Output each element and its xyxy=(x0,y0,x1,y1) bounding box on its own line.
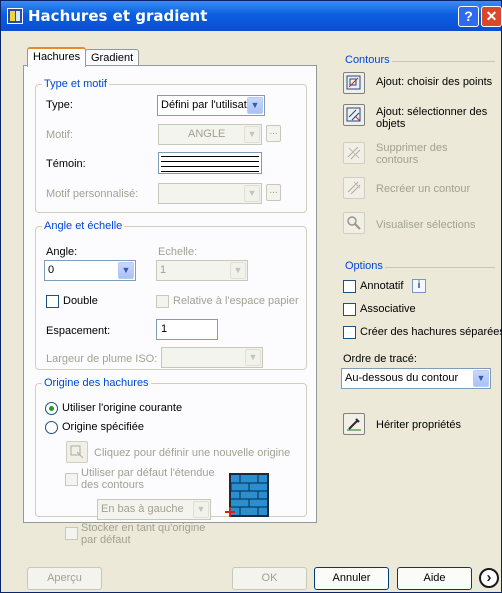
scale-select[interactable]: 1 ▼ xyxy=(156,260,248,281)
more-options-button[interactable]: › xyxy=(479,568,499,588)
chevron-down-icon: ▼ xyxy=(230,262,246,279)
origin-position-value: En bas à gauche xyxy=(101,503,184,515)
view-selections-button[interactable] xyxy=(343,212,365,234)
associative-label: Associative xyxy=(360,303,416,315)
chevron-down-icon: ▼ xyxy=(118,262,134,279)
add-objects-button[interactable] xyxy=(343,104,365,126)
store-origin-checkbox[interactable] xyxy=(65,527,78,540)
motif-label: Motif: xyxy=(46,129,73,141)
remove-contours-label-2: contours xyxy=(376,154,419,166)
ok-button[interactable]: OK xyxy=(232,567,307,590)
paper-space-label: Relative à l'espace papier xyxy=(173,295,299,307)
custom-pattern-browse-button[interactable]: ... xyxy=(266,184,281,201)
type-motif-legend: Type et motif xyxy=(44,78,107,90)
scale-label: Echelle: xyxy=(158,246,198,258)
chevron-down-icon: ▼ xyxy=(244,185,260,202)
close-button[interactable]: ✕ xyxy=(481,6,502,27)
help-button[interactable]: Aide xyxy=(397,567,472,590)
origin-legend: Origine des hachures xyxy=(44,377,149,389)
pen-width-select[interactable]: ▼ xyxy=(161,347,263,368)
default-extent-checkbox[interactable] xyxy=(65,473,78,486)
origin-current-label: Utiliser l'origine courante xyxy=(62,402,183,414)
spacing-input[interactable]: 1 xyxy=(156,319,218,340)
recreate-contour-button[interactable] xyxy=(343,177,365,199)
recreate-contour-icon xyxy=(347,181,361,195)
chevron-down-icon: ▼ xyxy=(473,370,489,387)
angle-label: Angle: xyxy=(46,246,78,258)
draw-order-select[interactable]: Au-dessous du contour ▼ xyxy=(341,368,491,389)
annotative-checkbox[interactable] xyxy=(343,280,356,293)
origin-brick-icon xyxy=(225,473,269,517)
tab-hachures[interactable]: Hachures xyxy=(27,47,87,67)
contours-legend: Contours xyxy=(343,54,392,66)
add-points-label: Ajout: choisir des points xyxy=(376,76,493,88)
default-extent-label-2: des contours xyxy=(81,479,144,491)
angle-scale-legend: Angle et échelle xyxy=(44,220,123,232)
add-objects-label-2: objets xyxy=(376,118,406,130)
window-title: Hachures et gradient xyxy=(28,7,208,25)
add-objects-label-1: Ajout: sélectionner des xyxy=(376,106,488,118)
remove-contours-button[interactable] xyxy=(343,142,365,164)
help-title-button[interactable]: ? xyxy=(458,6,479,27)
select-objects-icon xyxy=(346,107,361,122)
origin-specified-label: Origine spécifiée xyxy=(62,421,144,433)
store-origin-label-1: Stocker en tant qu'origine xyxy=(81,522,206,534)
options-legend: Options xyxy=(343,260,385,272)
custom-pattern-label: Motif personnalisé: xyxy=(46,188,139,200)
motif-select-value: ANGLE xyxy=(188,128,226,140)
associative-checkbox[interactable] xyxy=(343,303,356,316)
chevron-down-icon: ▼ xyxy=(245,349,261,366)
draw-order-value: Au-dessous du contour xyxy=(345,372,459,384)
temoin-label: Témoin: xyxy=(46,158,86,170)
pick-points-icon xyxy=(346,75,361,90)
separate-hatches-checkbox[interactable] xyxy=(343,326,356,339)
custom-pattern-select[interactable]: ▼ xyxy=(158,183,262,204)
pick-origin-label: Cliquez pour définir une nouvelle origin… xyxy=(94,447,291,459)
annotative-label: Annotatif xyxy=(360,280,404,292)
default-extent-label-1: Utiliser par défaut l'étendue xyxy=(81,467,215,479)
spacing-label: Espacement: xyxy=(46,325,111,337)
inherit-properties-label: Hériter propriétés xyxy=(376,419,461,431)
double-label: Double xyxy=(63,295,98,307)
add-points-button[interactable] xyxy=(343,72,365,94)
title-bar: Hachures et gradient ? ✕ xyxy=(1,1,502,31)
pick-point-icon xyxy=(70,445,84,459)
eyedropper-icon xyxy=(347,418,361,431)
angle-value: 0 xyxy=(48,264,55,276)
motif-browse-button[interactable]: ... xyxy=(266,125,281,142)
angle-select[interactable]: 0 ▼ xyxy=(44,260,136,281)
hatch-app-icon xyxy=(7,8,23,24)
origin-current-radio[interactable] xyxy=(45,402,58,415)
magnifier-icon xyxy=(347,216,361,230)
store-origin-label-2: par défaut xyxy=(81,534,131,546)
hatch-dialog: Hachures et gradient ? ✕ Hachures Gradie… xyxy=(0,0,502,593)
origin-specified-radio[interactable] xyxy=(45,421,58,434)
chevron-down-icon: ▼ xyxy=(244,126,260,143)
cancel-button[interactable]: Annuler xyxy=(314,567,389,590)
chevron-down-icon: ▼ xyxy=(193,501,209,518)
remove-contours-label-1: Supprimer des xyxy=(376,142,448,154)
hatch-preview-swatch[interactable] xyxy=(158,152,262,174)
preview-button[interactable]: Aperçu xyxy=(27,567,102,590)
draw-order-label: Ordre de tracé: xyxy=(343,353,417,365)
origin-position-select[interactable]: En bas à gauche ▼ xyxy=(97,499,211,520)
pen-width-label: Largeur de plume ISO: xyxy=(46,353,158,365)
remove-contour-icon xyxy=(347,146,361,160)
inherit-properties-button[interactable] xyxy=(343,413,365,435)
type-select[interactable]: Défini par l'utilisateur ▼ xyxy=(157,95,265,116)
scale-value: 1 xyxy=(160,264,167,276)
paper-space-checkbox[interactable] xyxy=(156,295,169,308)
recreate-contour-label: Recréer un contour xyxy=(376,183,471,195)
chevron-down-icon: ▼ xyxy=(247,97,263,114)
view-selections-label: Visualiser sélections xyxy=(376,219,476,231)
type-label: Type: xyxy=(46,99,73,111)
double-checkbox[interactable] xyxy=(46,295,59,308)
motif-select[interactable]: ANGLE ▼ xyxy=(158,124,262,145)
info-icon[interactable]: i xyxy=(412,279,426,293)
pick-origin-button[interactable] xyxy=(66,441,88,463)
separate-hatches-label: Créer des hachures séparées xyxy=(360,326,502,338)
